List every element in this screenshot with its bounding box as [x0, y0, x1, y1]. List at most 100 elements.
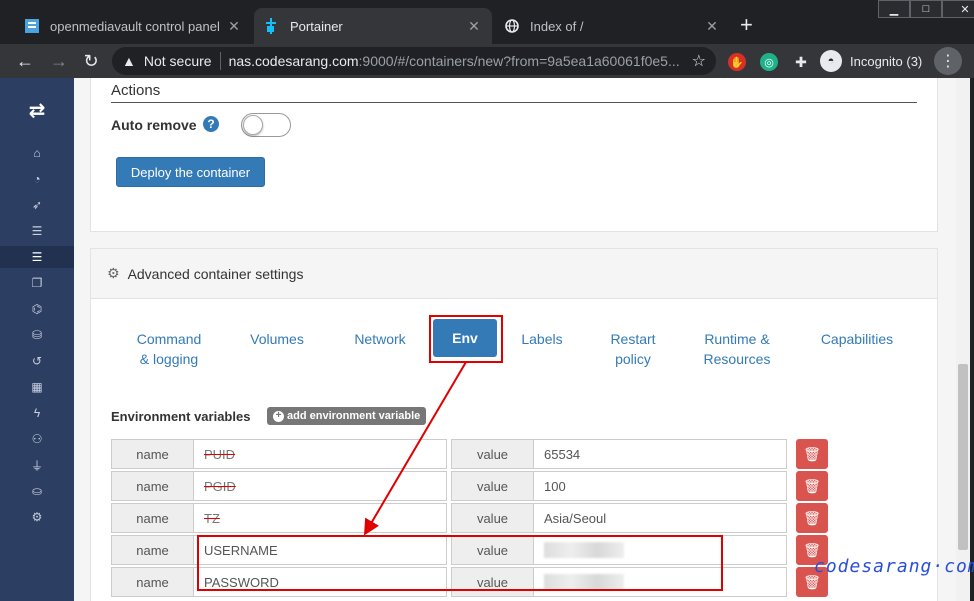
- users-icon[interactable]: ⚇: [0, 428, 74, 450]
- new-tab-button[interactable]: +: [740, 14, 753, 36]
- tab-label: Restart policy: [610, 331, 656, 367]
- registries-database-icon[interactable]: ⛀: [0, 480, 74, 502]
- env-name-group: name TZ: [111, 503, 447, 533]
- tab-volumes[interactable]: Volumes: [245, 329, 309, 349]
- sidebar-toggle-icon[interactable]: ⇄: [0, 98, 74, 123]
- tab-labels[interactable]: Labels: [517, 329, 567, 349]
- dashboard-icon[interactable]: ◔: [0, 168, 74, 190]
- incognito-indicator[interactable]: ◓ Incognito (3): [820, 48, 922, 74]
- name-addon: name: [112, 536, 194, 564]
- deploy-container-button[interactable]: Deploy the container: [116, 157, 265, 187]
- browser-tab-index[interactable]: Index of / ✕: [494, 8, 730, 44]
- bookmark-star-icon[interactable]: ☆: [692, 51, 706, 71]
- endpoints-plug-icon[interactable]: ⏚: [0, 454, 74, 476]
- tab-runtime-resources[interactable]: Runtime & Resources: [693, 329, 781, 369]
- actions-card: Actions Auto remove ? Deploy the contain…: [90, 78, 938, 232]
- volumes-icon[interactable]: ⛁: [0, 324, 74, 346]
- tab-restart-policy[interactable]: Restart policy: [601, 329, 665, 369]
- trash-icon[interactable]: 🗑: [796, 471, 828, 501]
- gear-icon: ⚙: [107, 265, 120, 281]
- tab-title: openmediavault control panel - l: [50, 18, 220, 34]
- auto-remove-toggle[interactable]: [241, 113, 291, 137]
- portainer-sidebar: ⇄ ⌂ ◔ ➶ ☰ ☰ ❐ ⌬ ⛁ ↺ ▦ ϟ ⚇ ⏚ ⛀ ⚙: [0, 78, 74, 601]
- window-close-icon[interactable]: ✕: [942, 0, 974, 18]
- env-name-input[interactable]: TZ: [194, 504, 446, 532]
- add-env-variable-button[interactable]: + add environment variable: [267, 407, 427, 425]
- env-value-group: value 65534: [451, 439, 787, 469]
- browser-tab-omv[interactable]: openmediavault control panel - l ✕: [14, 8, 252, 44]
- env-name-group: name PUID: [111, 439, 447, 469]
- env-value-input[interactable]: 65534: [534, 440, 786, 468]
- close-tab-icon[interactable]: ✕: [704, 18, 720, 35]
- globe-icon: [504, 18, 520, 34]
- tab-command-logging[interactable]: Command & logging: [131, 329, 207, 369]
- new-vars-highlight: [197, 535, 723, 591]
- tab-title: Index of /: [530, 18, 584, 34]
- omnibox-divider: [219, 52, 221, 70]
- networks-icon[interactable]: ⌬: [0, 298, 74, 320]
- tab-label: Labels: [521, 331, 563, 347]
- advanced-settings-card: ⚙ Advanced container settings Command & …: [90, 248, 938, 601]
- app-templates-icon[interactable]: ➶: [0, 194, 74, 216]
- back-arrow-icon[interactable]: ←: [14, 50, 36, 72]
- advanced-tabs: Command & logging Volumes Network Env La…: [91, 315, 937, 379]
- minimize-icon[interactable]: ▁: [878, 0, 910, 18]
- containers-icon[interactable]: ☰: [0, 246, 74, 268]
- url-path: :9000/#/containers/new?from=9a5ea1a60061…: [358, 53, 680, 69]
- host-grid-icon[interactable]: ▦: [0, 376, 74, 398]
- help-question-icon[interactable]: ?: [203, 116, 219, 132]
- content-scrollbar[interactable]: [956, 78, 970, 601]
- env-variables-label: Environment variables: [111, 409, 251, 424]
- close-tab-icon[interactable]: ✕: [226, 18, 242, 35]
- trash-icon[interactable]: 🗑: [796, 439, 828, 469]
- add-env-label: add environment variable: [287, 410, 421, 422]
- close-tab-icon[interactable]: ✕: [466, 18, 482, 35]
- tab-label: Capabilities: [820, 331, 894, 347]
- env-row: name PUID value 65534 🗑: [111, 439, 831, 469]
- settings-gears-icon[interactable]: ⚙: [0, 506, 74, 528]
- env-value-input[interactable]: Asia/Seoul: [534, 504, 786, 532]
- stacks-icon[interactable]: ☰: [0, 220, 74, 242]
- name-addon: name: [112, 568, 194, 596]
- tab-label: Runtime & Resources: [703, 331, 771, 367]
- grammar-extension-icon[interactable]: ◎: [760, 53, 778, 71]
- security-label[interactable]: Not secure: [144, 53, 212, 69]
- browser-menu-icon[interactable]: ⋮: [934, 47, 962, 75]
- actions-section-title: Actions: [111, 82, 161, 99]
- section-divider: [111, 102, 917, 103]
- portainer-icon: [264, 18, 280, 34]
- forward-arrow-icon[interactable]: →: [48, 50, 70, 72]
- advanced-settings-header: ⚙ Advanced container settings: [91, 249, 937, 299]
- advanced-settings-title: Advanced container settings: [127, 265, 304, 282]
- trash-icon[interactable]: 🗑: [796, 503, 828, 533]
- window-edge: [970, 78, 974, 601]
- browser-tab-bar: openmediavault control panel - l ✕ Porta…: [0, 0, 974, 44]
- extensions-bolt-icon[interactable]: ϟ: [0, 402, 74, 424]
- reload-icon[interactable]: ↻: [80, 50, 102, 72]
- env-value-group: value 100: [451, 471, 787, 501]
- stop-hand-extension-icon[interactable]: ✋: [728, 53, 746, 71]
- incognito-label: Incognito (3): [850, 53, 923, 69]
- warning-icon[interactable]: ▲: [122, 53, 136, 69]
- env-value-input[interactable]: 100: [534, 472, 786, 500]
- tab-capabilities[interactable]: Capabilities: [813, 329, 901, 349]
- images-icon[interactable]: ❐: [0, 272, 74, 294]
- auto-remove-label: Auto remove: [111, 117, 197, 133]
- maximize-icon[interactable]: □: [910, 0, 942, 18]
- extensions-puzzle-icon[interactable]: ✚: [792, 53, 810, 71]
- tab-network[interactable]: Network: [347, 329, 413, 349]
- value-addon: value: [452, 472, 534, 500]
- browser-tab-portainer[interactable]: Portainer ✕: [254, 8, 492, 44]
- tab-label: Volumes: [250, 331, 304, 347]
- env-row: name TZ value Asia/Seoul 🗑: [111, 503, 831, 533]
- env-row: name PGID value 100 🗑: [111, 471, 831, 501]
- env-name-input[interactable]: PGID: [194, 472, 446, 500]
- address-bar[interactable]: ▲ Not secure nas.codesarang.com :9000/#/…: [112, 47, 716, 75]
- env-name-input[interactable]: PUID: [194, 440, 446, 468]
- events-history-icon[interactable]: ↺: [0, 350, 74, 372]
- env-value-group: value Asia/Seoul: [451, 503, 787, 533]
- scrollbar-thumb[interactable]: [958, 364, 968, 550]
- env-tab-highlight: [429, 315, 503, 363]
- name-addon: name: [112, 472, 194, 500]
- home-icon[interactable]: ⌂: [0, 142, 74, 164]
